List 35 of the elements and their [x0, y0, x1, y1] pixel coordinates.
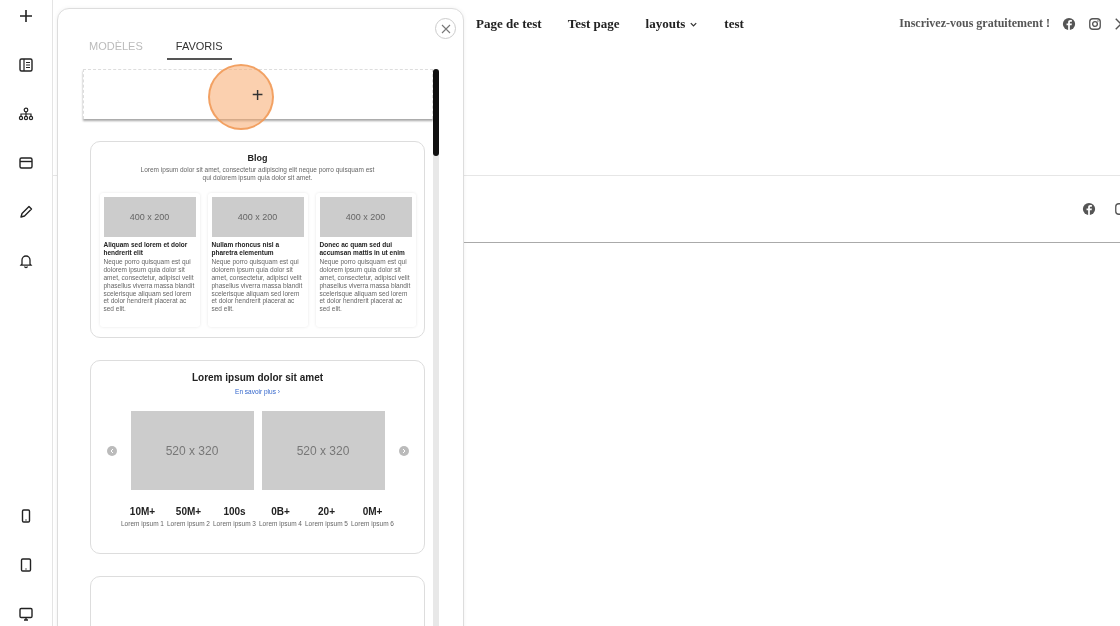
template-title: Blog: [247, 153, 268, 163]
sitemap-icon[interactable]: [18, 106, 34, 122]
stat-value: 20+: [318, 506, 335, 517]
close-icon: [440, 23, 451, 34]
template-title: Lorem ipsum dolor sit amet: [191, 372, 324, 383]
template-card[interactable]: [90, 141, 425, 338]
facebook-icon[interactable]: [1082, 202, 1096, 216]
desktop-icon[interactable]: [18, 606, 34, 622]
pencil-icon[interactable]: [18, 204, 34, 220]
layout-icon[interactable]: [18, 155, 34, 171]
nav-link[interactable]: test: [724, 16, 744, 32]
image-placeholder: 400 x 200: [211, 196, 304, 237]
scrollbar-thumb[interactable]: [433, 69, 439, 156]
stat-value: 0M+: [362, 506, 383, 517]
tablet-icon[interactable]: [18, 557, 34, 573]
stat-value: 100s: [223, 506, 246, 517]
signup-link[interactable]: Inscrivez-vous gratuitement !: [899, 16, 1050, 31]
image-placeholder: 400 x 200: [103, 196, 196, 237]
stat-value: 0B+: [271, 506, 290, 517]
stat-value: 50M+: [175, 506, 202, 517]
add-button[interactable]: +: [247, 84, 268, 105]
close-button[interactable]: [435, 18, 456, 39]
facebook-icon[interactable]: [1062, 16, 1076, 31]
image-placeholder: 400 x 200: [319, 196, 412, 237]
image-placeholder: 520 x 320: [130, 411, 254, 490]
add-icon[interactable]: [18, 8, 34, 24]
nav-link[interactable]: Page de test: [476, 16, 542, 32]
image-placeholder: 520 x 320: [261, 411, 385, 490]
nav-link[interactable]: Test page: [567, 16, 620, 32]
stat-value: 10M+: [129, 506, 156, 517]
list-icon[interactable]: [18, 57, 34, 73]
tab[interactable]: FAVORIS: [166, 39, 232, 60]
bell-icon[interactable]: [18, 253, 34, 269]
instagram-icon[interactable]: [1088, 16, 1102, 31]
nav-link[interactable]: layouts: [645, 16, 699, 32]
